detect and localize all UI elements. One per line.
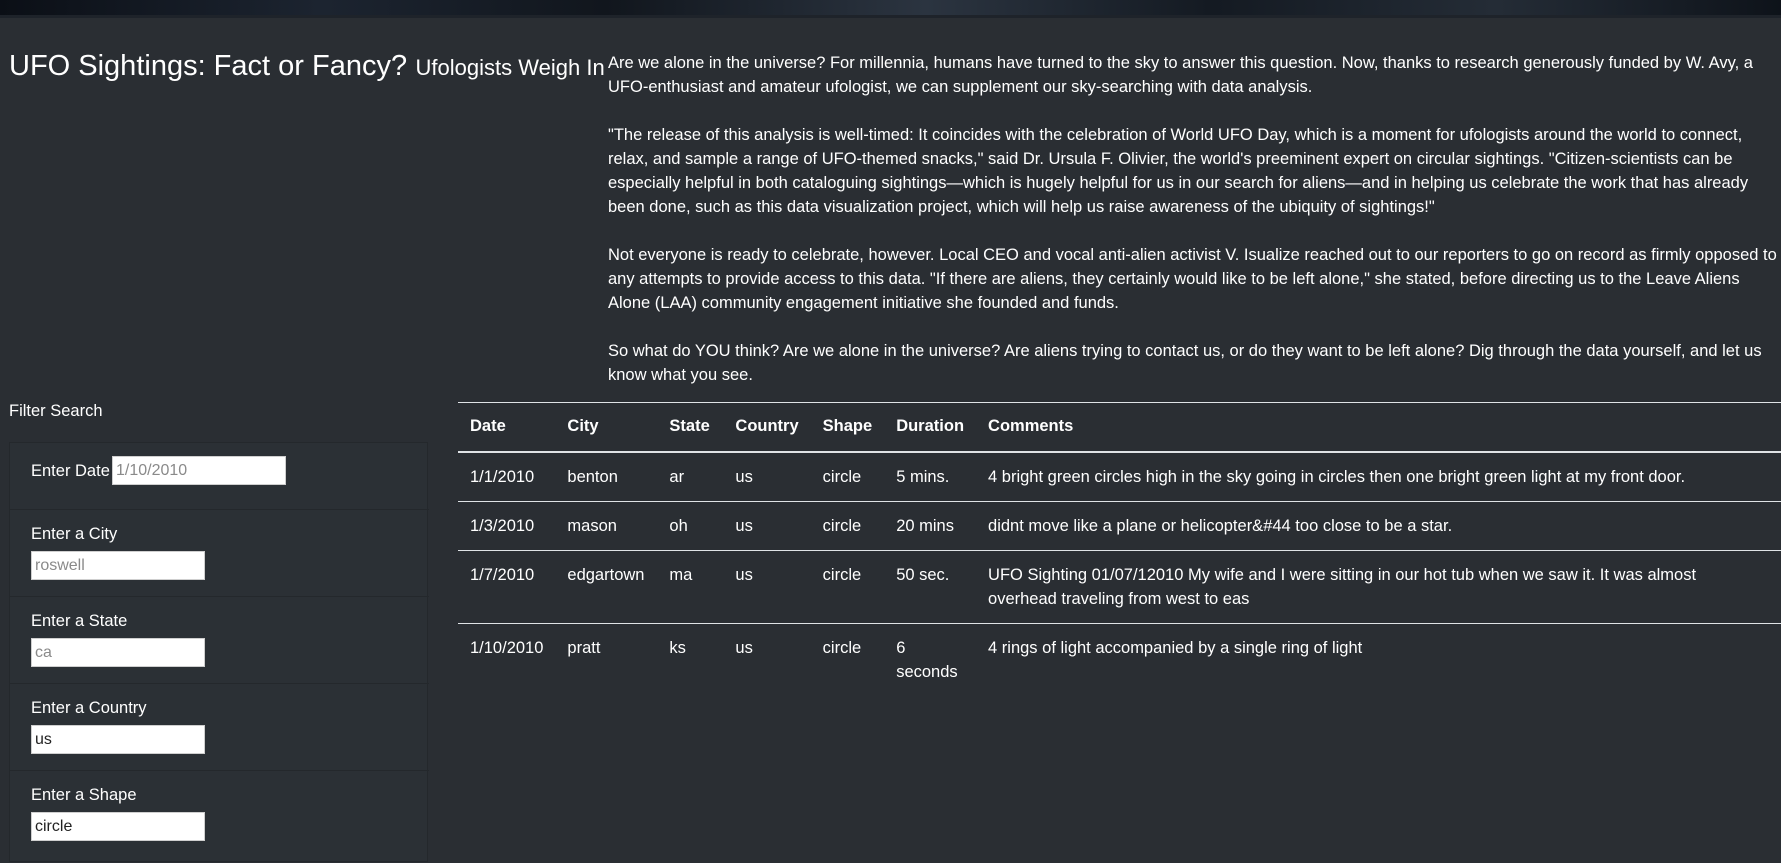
cell-state: ks xyxy=(669,638,686,657)
sub-title: Ufologists Weigh In xyxy=(415,55,605,80)
cell-duration: 20 mins xyxy=(896,516,954,535)
cell-date: 1/1/2010 xyxy=(470,467,535,486)
page-title: UFO Sightings: Fact or Fancy? Ufologists… xyxy=(9,50,609,83)
filter-city: Enter a City xyxy=(10,510,429,597)
cell-shape: circle xyxy=(822,467,862,486)
filter-date-label: Enter Date xyxy=(31,462,110,480)
shape-input[interactable] xyxy=(31,812,205,841)
cell-date: 1/3/2010 xyxy=(470,516,535,535)
table-row: 1/1/2010 benton ar us circle 5 mins. 4 b… xyxy=(458,452,1781,501)
table-row: 1/7/2010 edgartown ma us circle 50 sec. … xyxy=(458,550,1781,623)
col-header-country: Country xyxy=(735,417,799,436)
filter-city-label: Enter a City xyxy=(31,525,118,543)
intro-paragraph: Are we alone in the universe? For millen… xyxy=(608,54,1753,96)
cell-state: ma xyxy=(669,565,693,584)
cell-state: oh xyxy=(669,516,688,535)
cell-date: 1/10/2010 xyxy=(470,638,544,657)
cell-country: us xyxy=(735,516,753,535)
filter-shape-label: Enter a Shape xyxy=(31,786,137,804)
cell-duration: 6 seconds xyxy=(896,638,958,681)
cell-city: pratt xyxy=(567,638,601,657)
cell-comments: 4 rings of light accompanied by a single… xyxy=(988,638,1363,657)
cell-duration: 5 mins. xyxy=(896,467,950,486)
filter-panel: Enter Date Enter a City Enter a State En… xyxy=(9,442,429,863)
intro-paragraph: "The release of this analysis is well-ti… xyxy=(608,126,1749,216)
intro-paragraph: Not everyone is ready to celebrate, howe… xyxy=(608,246,1777,312)
cell-comments: 4 bright green circles high in the sky g… xyxy=(988,467,1686,486)
cell-shape: circle xyxy=(822,638,862,657)
cell-comments: UFO Sighting 01/07/12010 My wife and I w… xyxy=(988,565,1697,608)
col-header-state: State xyxy=(669,417,710,436)
filter-country-label: Enter a Country xyxy=(31,699,147,717)
table-row: 1/10/2010 pratt ks us circle 6 seconds 4… xyxy=(458,623,1781,696)
filter-search-heading: Filter Search xyxy=(9,402,103,420)
cell-date: 1/7/2010 xyxy=(470,565,535,584)
intro-article: Are we alone in the universe? For millen… xyxy=(608,51,1778,411)
cell-state: ar xyxy=(669,467,685,486)
date-input[interactable] xyxy=(112,456,286,485)
ufo-sightings-table: Date City State Country Shape Duration C… xyxy=(458,402,1781,696)
filter-state-label: Enter a State xyxy=(31,612,128,630)
col-header-comments: Comments xyxy=(988,417,1074,436)
state-input[interactable] xyxy=(31,638,205,667)
intro-paragraph: So what do YOU think? Are we alone in th… xyxy=(608,342,1762,384)
filter-date: Enter Date xyxy=(10,443,429,510)
country-input[interactable] xyxy=(31,725,205,754)
cell-country: us xyxy=(735,565,753,584)
table-header-row: Date City State Country Shape Duration C… xyxy=(458,402,1781,452)
main-title: UFO Sightings: Fact or Fancy? xyxy=(9,50,408,82)
cell-shape: circle xyxy=(822,565,862,584)
cell-city: benton xyxy=(567,467,618,486)
table-row: 1/3/2010 mason oh us circle 20 mins didn… xyxy=(458,501,1781,550)
cell-city: mason xyxy=(567,516,617,535)
city-input[interactable] xyxy=(31,551,205,580)
cell-comments: didnt move like a plane or helicopter&#4… xyxy=(988,516,1453,535)
hero-banner-image xyxy=(0,0,1781,18)
col-header-date: Date xyxy=(470,417,506,436)
col-header-shape: Shape xyxy=(822,417,873,436)
cell-duration: 50 sec. xyxy=(896,565,950,584)
cell-country: us xyxy=(735,467,753,486)
cell-shape: circle xyxy=(822,516,862,535)
page-content: UFO Sightings: Fact or Fancy? Ufologists… xyxy=(0,18,1781,862)
col-header-city: City xyxy=(567,417,599,436)
filter-country: Enter a Country xyxy=(10,684,429,771)
ufo-table-container: Date City State Country Shape Duration C… xyxy=(458,402,1781,696)
filter-shape: Enter a Shape xyxy=(10,771,429,863)
col-header-duration: Duration xyxy=(896,417,965,436)
cell-city: edgartown xyxy=(567,565,645,584)
filter-state: Enter a State xyxy=(10,597,429,684)
cell-country: us xyxy=(735,638,753,657)
